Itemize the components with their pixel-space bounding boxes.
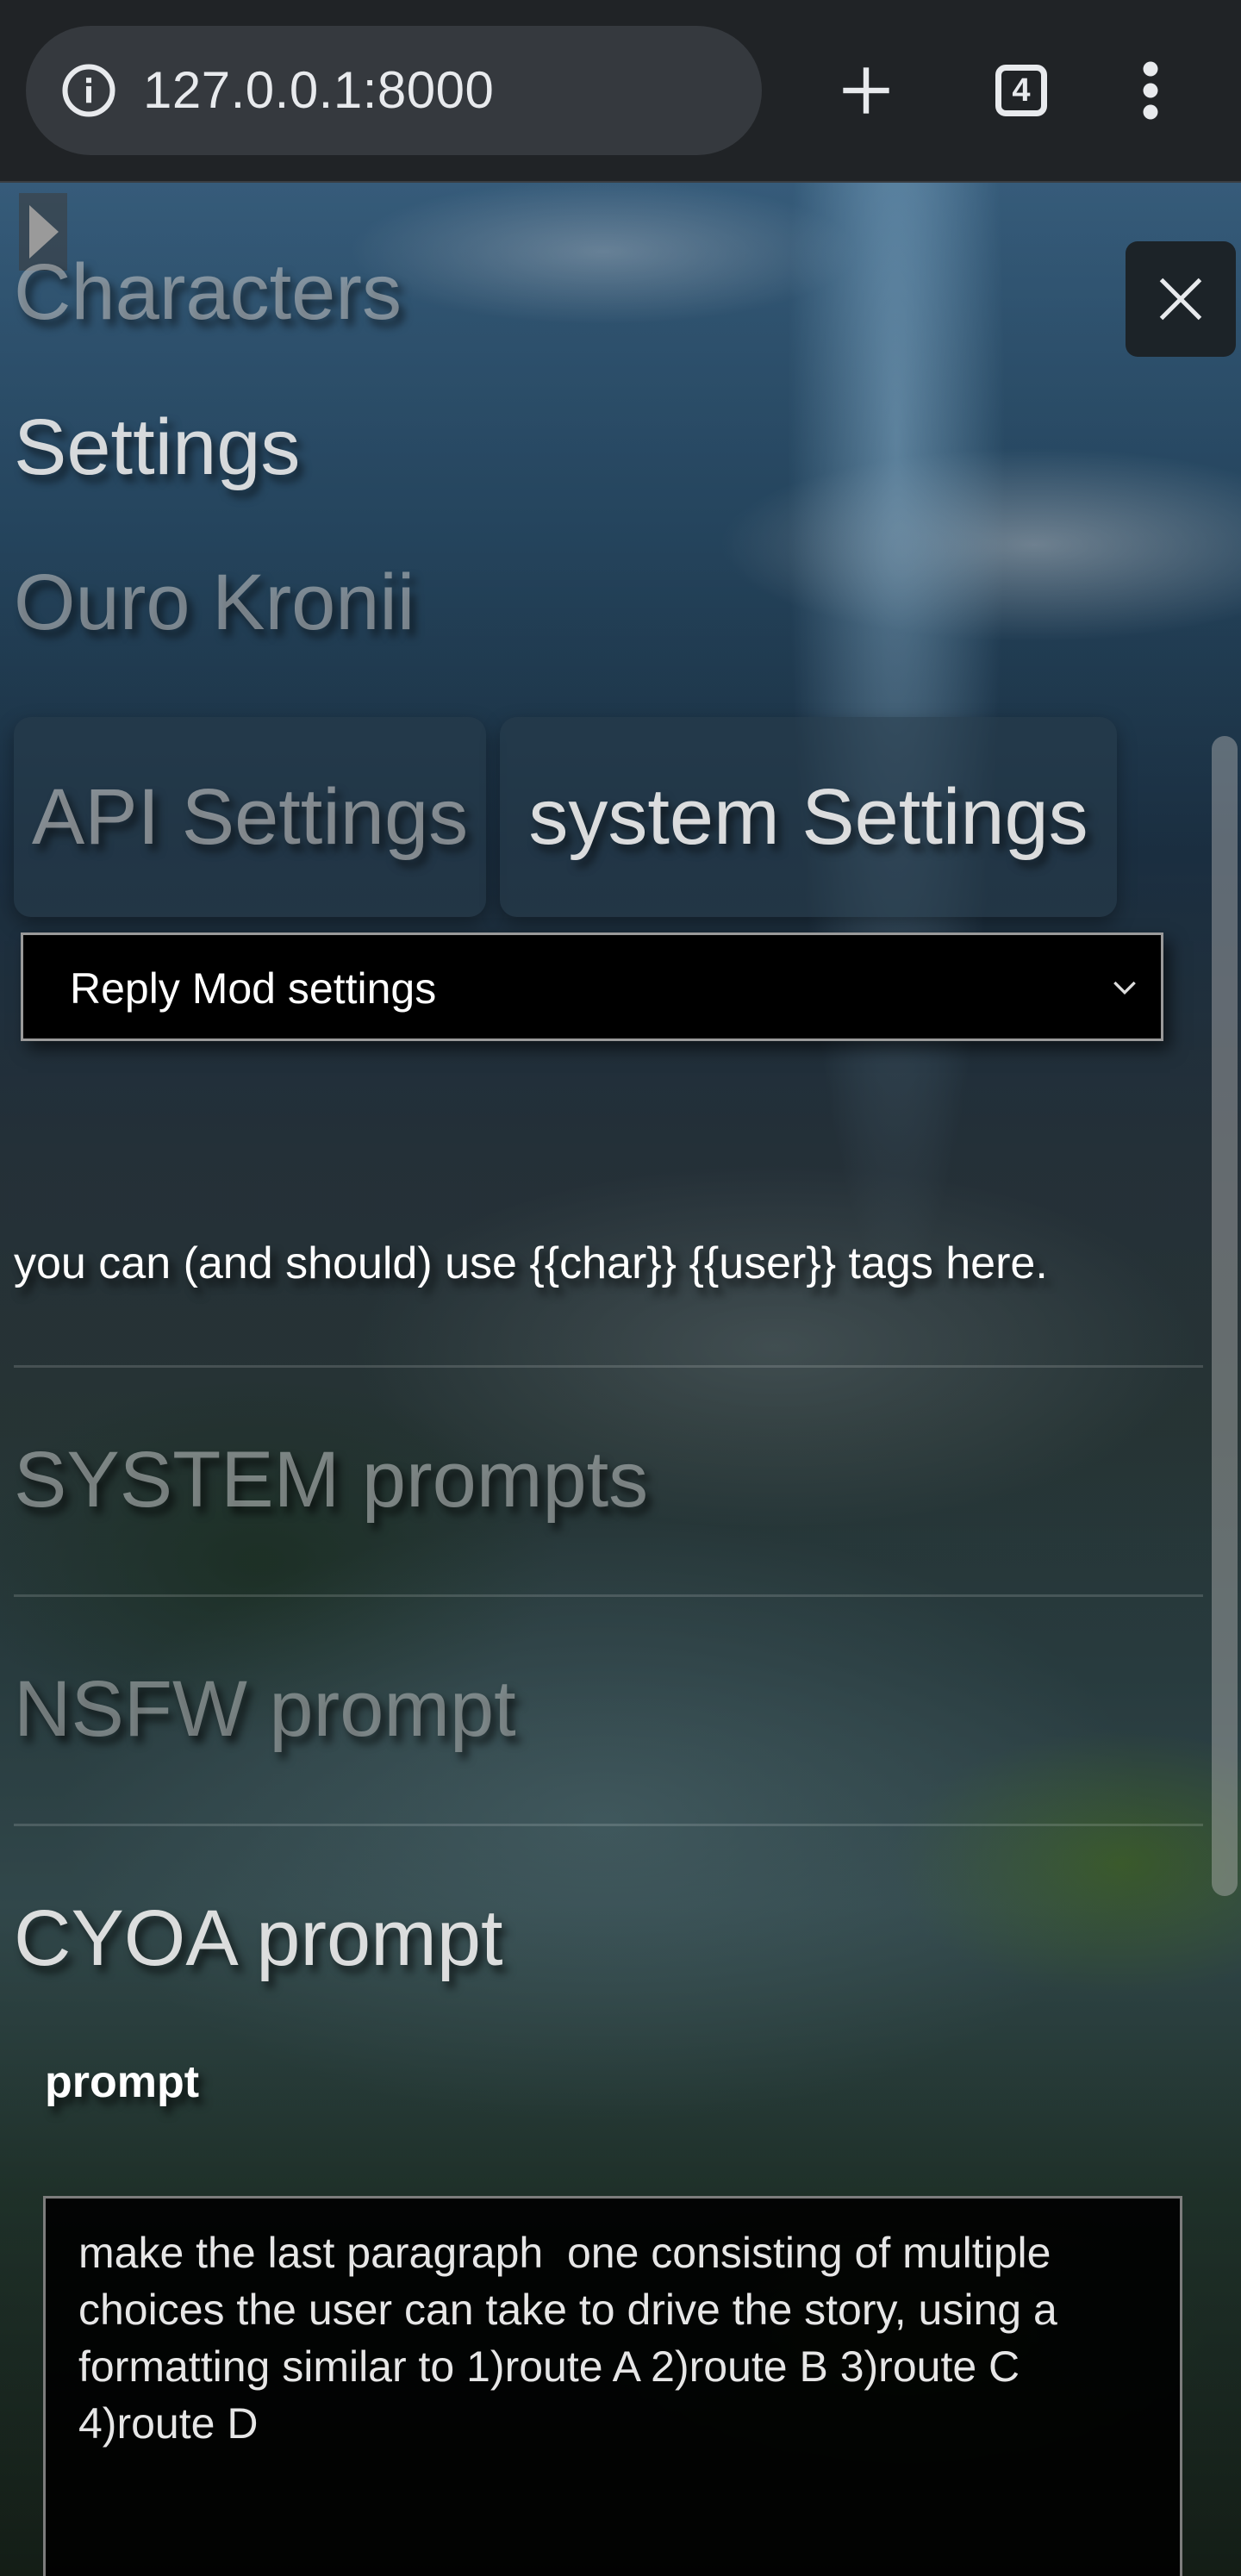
tab-label: API Settings — [31, 772, 469, 861]
more-vert-icon — [1143, 61, 1158, 120]
select-value: Reply Mod settings — [70, 964, 437, 1013]
tab-count: 4 — [1012, 72, 1031, 109]
tab-system-settings[interactable]: system Settings — [500, 717, 1117, 917]
nav-character-link[interactable]: Ouro Kronii — [14, 555, 415, 650]
cyoa-prompt-textarea[interactable]: make the last paragraph one consisting o… — [43, 2196, 1182, 2576]
url-text[interactable]: 127.0.0.1:8000 — [143, 60, 494, 121]
tab-label: system Settings — [528, 772, 1088, 861]
new-tab-button[interactable] — [819, 43, 914, 138]
nav-settings-link[interactable]: Settings — [14, 400, 300, 495]
close-icon — [1159, 278, 1202, 321]
cyoa-prompt-header[interactable]: CYOA prompt — [14, 1891, 503, 1986]
section-divider — [14, 1594, 1203, 1597]
browser-menu-button[interactable] — [1103, 43, 1198, 138]
info-circle-icon[interactable] — [60, 62, 117, 119]
nav-characters-link[interactable]: Characters — [14, 245, 402, 340]
system-prompts-header[interactable]: SYSTEM prompts — [14, 1432, 648, 1527]
close-button[interactable] — [1126, 241, 1236, 357]
settings-mode-select[interactable]: Reply Mod settings — [21, 932, 1163, 1041]
tab-api-settings[interactable]: API Settings — [14, 717, 486, 917]
prompt-field-label: prompt — [45, 2057, 200, 2107]
tab-switcher-button[interactable]: 4 — [974, 43, 1069, 138]
scrollbar-thumb[interactable] — [1212, 736, 1238, 1896]
chevron-down-icon — [1113, 981, 1136, 995]
tags-hint-text: you can (and should) use {{char}} {{user… — [14, 1238, 1048, 1288]
plus-icon — [843, 67, 889, 114]
section-divider — [14, 1824, 1203, 1826]
nsfw-prompt-header[interactable]: NSFW prompt — [14, 1662, 516, 1756]
address-bar[interactable]: 127.0.0.1:8000 — [26, 26, 762, 155]
tab-switcher-icon: 4 — [995, 65, 1047, 116]
settings-panel: Characters Settings Ouro Kronii API Sett… — [0, 183, 1241, 2576]
browser-toolbar: 127.0.0.1:8000 4 — [0, 0, 1241, 183]
section-divider — [14, 1365, 1203, 1368]
